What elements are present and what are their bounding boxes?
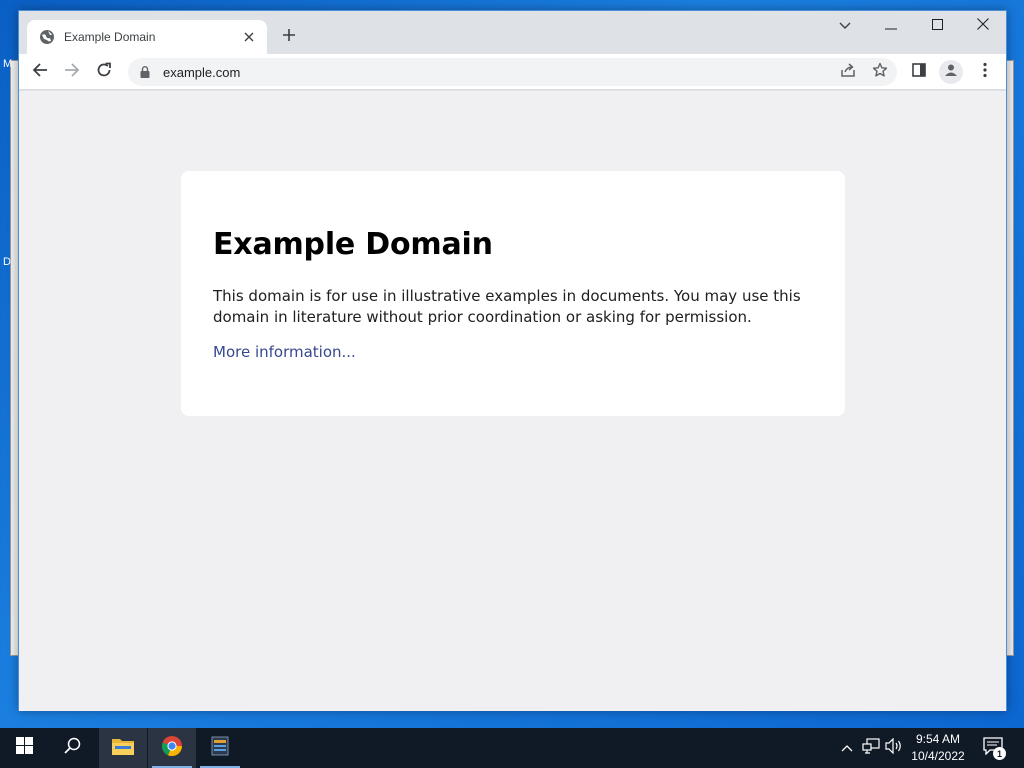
search-button[interactable] — [48, 728, 96, 768]
address-bar[interactable]: example.com — [128, 58, 897, 86]
minimize-icon — [885, 17, 897, 35]
network-button[interactable] — [861, 737, 881, 759]
page-viewport: Example Domain This domain is for use in… — [19, 91, 1006, 711]
plus-icon — [282, 28, 296, 47]
chevron-down-icon — [839, 17, 851, 35]
arrow-left-icon — [32, 62, 48, 83]
show-hidden-icons-button[interactable] — [837, 738, 857, 758]
chrome-window: Example Domain example.com Example Domai… — [18, 10, 1007, 711]
tab-search-button[interactable] — [822, 11, 868, 41]
lock-icon[interactable] — [138, 65, 152, 79]
taskbar: 9:54 AM 10/4/2022 1 — [0, 728, 1024, 768]
page-heading: Example Domain — [213, 227, 493, 262]
tab-title: Example Domain — [64, 30, 156, 44]
bookmark-button[interactable] — [866, 58, 894, 86]
tab-strip: Example Domain — [19, 11, 1006, 54]
arrow-right-icon — [64, 62, 80, 83]
share-button[interactable] — [834, 58, 862, 86]
close-icon[interactable] — [241, 29, 257, 45]
app-icon — [211, 736, 229, 761]
clock-date: 10/4/2022 — [911, 749, 965, 763]
star-icon — [872, 62, 888, 83]
start-button[interactable] — [0, 728, 48, 768]
search-icon — [63, 737, 81, 759]
maximize-icon — [931, 17, 943, 35]
profile-button[interactable] — [939, 60, 963, 84]
globe-icon — [39, 29, 55, 45]
reload-button[interactable] — [90, 58, 118, 86]
close-window-button[interactable] — [960, 11, 1006, 41]
side-panel-icon — [911, 62, 927, 83]
clock-time: 9:54 AM — [915, 732, 961, 746]
taskbar-app[interactable] — [196, 728, 244, 768]
desktop-fragment: D — [3, 256, 11, 268]
network-icon — [862, 737, 880, 759]
windows-logo-icon — [15, 737, 33, 759]
browser-toolbar: example.com — [19, 54, 1006, 90]
new-tab-button[interactable] — [277, 25, 301, 49]
speaker-icon — [885, 737, 903, 759]
notification-badge: 1 — [993, 747, 1006, 760]
menu-button[interactable] — [971, 58, 999, 86]
person-icon — [944, 63, 958, 82]
url-text[interactable]: example.com — [163, 65, 240, 80]
side-panel-button[interactable] — [905, 58, 933, 86]
minimize-button[interactable] — [868, 11, 914, 41]
chevron-up-icon — [841, 739, 853, 757]
share-icon — [840, 62, 856, 83]
content-card: Example Domain This domain is for use in… — [181, 171, 845, 416]
taskbar-file-explorer[interactable] — [99, 728, 147, 768]
page-description: This domain is for use in illustrative e… — [213, 287, 801, 326]
chrome-icon — [161, 735, 183, 762]
volume-button[interactable] — [884, 737, 904, 759]
more-information-link[interactable]: More information... — [213, 343, 356, 361]
action-center-button[interactable]: 1 — [980, 736, 1006, 760]
file-explorer-icon — [111, 736, 135, 761]
close-icon — [977, 17, 989, 35]
kebab-icon — [983, 62, 987, 83]
forward-button[interactable] — [58, 58, 86, 86]
desktop-fragment: M — [3, 58, 13, 70]
taskbar-chrome[interactable] — [148, 728, 196, 768]
reload-icon — [96, 62, 112, 83]
clock[interactable]: 9:54 AM 10/4/2022 — [904, 731, 972, 765]
maximize-button[interactable] — [914, 11, 960, 41]
tab-example-domain[interactable]: Example Domain — [27, 20, 267, 54]
back-button[interactable] — [26, 58, 54, 86]
